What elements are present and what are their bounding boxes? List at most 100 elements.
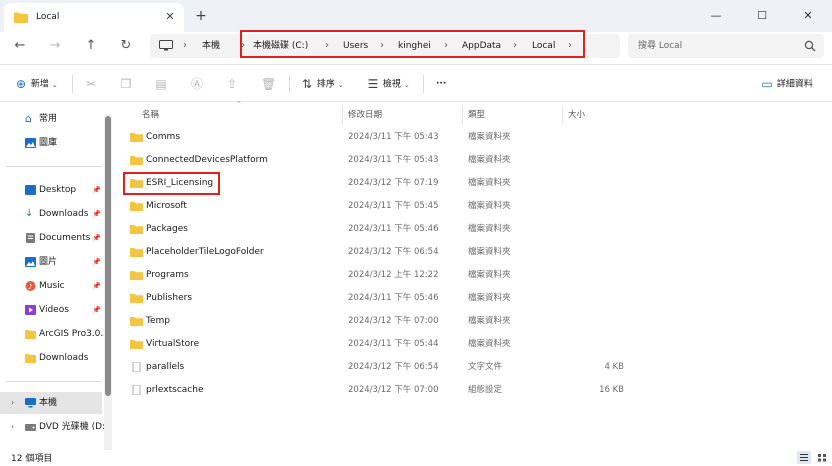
pin-icon: 📌 (92, 234, 101, 242)
item-count: 12 個項目 (11, 454, 53, 464)
sidebar-item-label: Videos (39, 305, 69, 315)
breadcrumb-appdata[interactable]: AppData (462, 34, 501, 58)
sidebar-scrollbar[interactable] (104, 114, 112, 450)
file-row[interactable]: Comms 2024/3/11 下午 05:43 檔案資料夾 (116, 126, 832, 148)
details-view-icon[interactable] (797, 451, 811, 464)
breadcrumb-separator[interactable]: › (241, 34, 245, 58)
tab-close-icon[interactable]: ✕ (162, 9, 178, 25)
breadcrumb-local[interactable]: Local (532, 34, 555, 58)
sidebar-item-music[interactable]: ♪ Music 📌 (0, 275, 102, 297)
sort-button[interactable]: ⇅ 排序 ⌄ (300, 73, 344, 95)
toolbar-divider (289, 75, 290, 93)
file-row[interactable]: Packages 2024/3/11 下午 05:46 檔案資料夾 (116, 218, 832, 240)
up-button[interactable]: ↑ (81, 36, 101, 56)
breadcrumb-separator[interactable]: › (380, 34, 384, 58)
sidebar-item-downloads[interactable]: ↓ Downloads 📌 (0, 203, 102, 225)
search-icon (804, 40, 816, 52)
breadcrumb-separator[interactable]: › (325, 34, 329, 58)
column-header-date[interactable]: 修改日期 (348, 106, 382, 124)
view-button[interactable]: ☰ 檢視 ⌄ (366, 73, 410, 95)
sidebar-item-gallery[interactable]: 圖庫 (0, 132, 102, 154)
breadcrumb-separator[interactable]: › (444, 34, 448, 58)
close-window-button[interactable]: ✕ (785, 0, 831, 32)
maximize-button[interactable]: ☐ (739, 0, 785, 32)
breadcrumb-separator[interactable]: › (513, 34, 517, 58)
sidebar-item-home[interactable]: ⌂ 常用 (0, 108, 102, 130)
address-bar[interactable]: › 本機 › 本機磁碟 (C:) › Users › kinghei › App… (150, 34, 620, 58)
breadcrumb-separator: › (183, 40, 187, 51)
sidebar-item-pictures[interactable]: 圖片 📌 (0, 251, 102, 273)
file-row[interactable]: Temp 2024/3/12 下午 07:00 檔案資料夾 (116, 310, 832, 332)
sidebar-scrollbar-thumb[interactable] (105, 116, 111, 396)
file-type: 檔案資料夾 (468, 270, 511, 280)
breadcrumb-users[interactable]: Users (343, 34, 368, 58)
breadcrumb-separator[interactable]: › (568, 34, 572, 58)
details-pane-button[interactable]: ▭ 詳細資料 (760, 73, 813, 95)
pin-icon: 📌 (92, 210, 101, 218)
column-divider[interactable] (462, 106, 463, 124)
sidebar-item-label: Music (39, 281, 65, 291)
tab-title: Local (36, 12, 60, 22)
file-row[interactable]: Microsoft 2024/3/11 下午 05:45 檔案資料夾 (116, 195, 832, 217)
new-tab-button[interactable]: + (192, 7, 210, 25)
copy-button[interactable]: ❐ (119, 73, 133, 95)
file-row[interactable]: prlextscache 2024/3/12 下午 07:00 組態設定 16 KB (116, 379, 832, 401)
pictures-icon (25, 257, 36, 267)
sidebar-item-dvd[interactable]: › DVD 光碟機 (D:) (0, 416, 109, 438)
sidebar-item-downloads-folder[interactable]: Downloads (0, 347, 102, 369)
breadcrumb-this-pc[interactable]: 本機 (202, 34, 220, 58)
file-date: 2024/3/11 下午 05:44 (348, 339, 439, 349)
pin-icon: 📌 (92, 306, 101, 314)
folder-icon (130, 294, 143, 303)
column-header-type[interactable]: 類型 (468, 106, 485, 124)
paste-button[interactable]: ▤ (154, 73, 168, 95)
search-input[interactable]: 搜尋 Local (628, 34, 824, 58)
minimize-button[interactable]: — (693, 0, 739, 32)
more-options-button[interactable]: ··· (436, 73, 446, 95)
tab-local[interactable]: Local ✕ (4, 3, 184, 32)
cut-button[interactable]: ✂ (84, 73, 98, 95)
new-button[interactable]: ⊕ 新增 ⌄ (14, 73, 58, 95)
file-row[interactable]: PlaceholderTileLogoFolder 2024/3/12 下午 06… (116, 241, 832, 263)
column-divider[interactable] (562, 106, 563, 124)
file-name: Comms (146, 132, 181, 142)
sidebar-item-videos[interactable]: Videos 📌 (0, 299, 102, 321)
sidebar-item-arcgis[interactable]: ArcGIS Pro3.0.2 (0, 323, 109, 345)
forward-button[interactable]: → (45, 36, 65, 56)
pin-icon: 📌 (92, 186, 101, 194)
column-header-size[interactable]: 大小 (568, 106, 585, 124)
chevron-right-icon[interactable]: › (11, 392, 14, 414)
file-row[interactable]: Publishers 2024/3/11 下午 05:46 檔案資料夾 (116, 287, 832, 309)
breadcrumb-kinghei[interactable]: kinghei (398, 34, 431, 58)
folder-icon (25, 330, 36, 339)
rename-button[interactable]: Ⓐ (190, 73, 204, 95)
column-divider[interactable] (342, 106, 343, 124)
sidebar-item-label: Downloads (39, 353, 89, 363)
back-button[interactable]: ← (10, 36, 30, 56)
share-button[interactable]: ⇪ (225, 73, 239, 95)
file-list: ⌃ 名稱 修改日期 類型 大小 Comms 2024/3/11 下午 05:43 檔… (116, 100, 832, 450)
desktop-icon (25, 185, 36, 195)
sidebar-item-desktop[interactable]: Desktop 📌 (0, 179, 102, 201)
tiles-view-icon[interactable] (815, 451, 829, 464)
folder-icon (130, 202, 143, 211)
file-name: Programs (146, 270, 189, 280)
refresh-button[interactable]: ↻ (116, 36, 136, 56)
chevron-right-icon[interactable]: › (11, 416, 14, 438)
computer-icon (159, 40, 173, 51)
videos-icon (25, 305, 36, 315)
sidebar-item-documents[interactable]: Documents 📌 (0, 227, 102, 249)
sidebar-item-this-pc[interactable]: › 本機 (0, 392, 102, 414)
file-date: 2024/3/11 下午 05:43 (348, 132, 439, 142)
file-row[interactable]: ConnectedDevicesPlatform 2024/3/11 下午 05:… (116, 149, 832, 171)
file-row[interactable]: ESRI_Licensing 2024/3/12 下午 07:19 檔案資料夾 (116, 172, 832, 194)
file-row[interactable]: VirtualStore 2024/3/11 下午 05:44 檔案資料夾 (116, 333, 832, 355)
breadcrumb-drive-c[interactable]: 本機磁碟 (C:) (253, 34, 308, 58)
column-header-name[interactable]: 名稱 (142, 106, 159, 124)
sidebar-item-label: 圖庫 (39, 138, 58, 148)
delete-button[interactable]: 🗑 (261, 73, 276, 95)
file-type: 組態設定 (468, 385, 503, 395)
file-row[interactable]: parallels 2024/3/12 下午 06:54 文字文件 4 KB (116, 356, 832, 378)
file-name: ConnectedDevicesPlatform (146, 155, 268, 165)
file-row[interactable]: Programs 2024/3/12 上午 12:22 檔案資料夾 (116, 264, 832, 286)
